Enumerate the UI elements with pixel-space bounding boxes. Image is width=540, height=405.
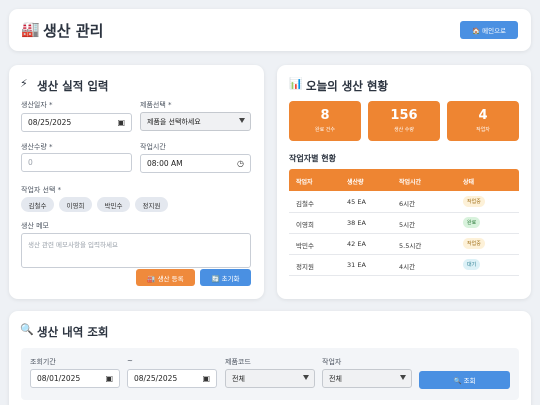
status-section-title: 오늘의 생산 현황 xyxy=(306,79,389,93)
start-date-input[interactable]: 08/01/2025 ▣ xyxy=(30,369,120,388)
worker-chip[interactable]: 이영희 xyxy=(59,197,92,212)
date-label: 생산일자 * xyxy=(21,101,53,109)
worker-chip[interactable]: 김철수 xyxy=(21,197,54,212)
header-card: 🏭 생산 관리 🏠 메인으로 xyxy=(9,9,531,51)
magnifier-icon: 🔍 xyxy=(20,323,34,336)
stat-caption: 생산 수량 xyxy=(394,127,414,133)
end-date-value: 08/25/2025 xyxy=(134,374,178,383)
status-badge: 작업중 xyxy=(463,238,485,249)
column-header: 작업시간 xyxy=(399,179,422,186)
table-row: 김철수 45 EA 6시간 작업중 xyxy=(289,191,519,213)
table-row: 이영희 38 EA 5시간 완료 xyxy=(289,212,519,234)
stat-caption: 작업자 xyxy=(476,127,490,133)
cell-worker: 박민수 xyxy=(296,242,314,250)
cell-time: 5시간 xyxy=(399,221,416,229)
production-date-input[interactable]: 08/25/2025 ▣ xyxy=(21,113,132,132)
product-select[interactable]: 제품을 선택하세요 xyxy=(140,112,251,131)
history-worker-label: 작업자 xyxy=(322,358,342,366)
date-value: 08/25/2025 xyxy=(28,118,72,127)
home-button[interactable]: 🏠 메인으로 xyxy=(460,21,518,39)
product-code-select[interactable]: 전체 xyxy=(225,369,315,388)
time-label: 작업시간 xyxy=(140,143,166,151)
memo-textarea[interactable]: 생산 관련 메모사항을 입력하세요 xyxy=(21,233,251,268)
quantity-placeholder: 0 xyxy=(28,158,33,167)
column-header: 상태 xyxy=(463,179,475,186)
stat-completed: 8 완료 건수 xyxy=(289,101,361,141)
cell-worker: 정지원 xyxy=(296,263,314,271)
page-title: 생산 관리 xyxy=(43,22,104,40)
product-select-value: 제품을 선택하세요 xyxy=(147,117,201,126)
stat-quantity: 156 생산 수량 xyxy=(368,101,440,141)
memo-placeholder: 생산 관련 메모사항을 입력하세요 xyxy=(28,241,118,249)
history-worker-select[interactable]: 전체 xyxy=(322,369,412,388)
worker-label: 작업자 선택 * xyxy=(21,186,62,194)
period-label: 조회기간 xyxy=(30,358,56,366)
product-code-label: 제품코드 xyxy=(225,358,251,366)
bar-chart-icon: 📊 xyxy=(289,77,303,90)
calendar-icon[interactable]: ▣ xyxy=(105,374,113,383)
factory-icon: 🏭 xyxy=(21,20,40,38)
cell-qty: 42 EA xyxy=(347,240,366,248)
table-row: 정지원 31 EA 4시간 대기 xyxy=(289,254,519,276)
end-date-input[interactable]: 08/25/2025 ▣ xyxy=(127,369,217,388)
cell-time: 5.5시간 xyxy=(399,242,422,250)
status-badge: 작업중 xyxy=(463,196,485,207)
cell-qty: 31 EA xyxy=(347,261,366,269)
stat-workers: 4 작업자 xyxy=(447,101,519,141)
product-label: 제품선택 * xyxy=(140,101,172,109)
stat-value: 156 xyxy=(390,108,418,123)
cell-time: 6시간 xyxy=(399,200,416,208)
chevron-down-icon xyxy=(303,375,309,380)
clock-icon[interactable]: ◷ xyxy=(237,159,244,168)
start-date-value: 08/01/2025 xyxy=(37,374,81,383)
stat-value: 8 xyxy=(320,108,330,123)
stat-value: 4 xyxy=(478,108,488,123)
chevron-down-icon xyxy=(400,375,406,380)
worker-chip[interactable]: 박민수 xyxy=(97,197,130,212)
quantity-input[interactable]: 0 xyxy=(21,153,132,172)
chevron-down-icon xyxy=(239,118,245,123)
qty-label: 생산수량 * xyxy=(21,143,53,151)
time-value: 08:00 AM xyxy=(147,159,183,168)
reset-button[interactable]: 🔄 초기화 xyxy=(200,269,251,286)
cell-worker: 이영희 xyxy=(296,221,314,229)
status-badge: 대기 xyxy=(463,259,481,270)
column-header: 생산량 xyxy=(347,179,364,186)
worker-table-title: 작업자별 현황 xyxy=(289,154,336,163)
input-section-title: 생산 실적 입력 xyxy=(37,79,109,93)
history-section-title: 생산 내역 조회 xyxy=(37,325,109,339)
worker-chip[interactable]: 정지원 xyxy=(135,197,168,212)
status-badge: 완료 xyxy=(463,217,481,228)
cell-qty: 45 EA xyxy=(347,198,366,206)
register-production-button[interactable]: 🏭 생산 등록 xyxy=(136,269,195,286)
calendar-icon[interactable]: ▣ xyxy=(202,374,210,383)
calendar-icon[interactable]: ▣ xyxy=(117,118,125,127)
cell-worker: 김철수 xyxy=(296,200,314,208)
tilde-label: ~ xyxy=(127,357,133,365)
stat-caption: 완료 건수 xyxy=(315,127,335,133)
cell-qty: 38 EA xyxy=(347,219,366,227)
column-header: 작업자 xyxy=(296,179,313,186)
work-time-input[interactable]: 08:00 AM ◷ xyxy=(140,154,251,173)
history-worker-value: 전체 xyxy=(329,374,342,383)
product-code-value: 전체 xyxy=(232,374,245,383)
cell-time: 4시간 xyxy=(399,263,416,271)
memo-label: 생산 메모 xyxy=(21,222,49,230)
search-button[interactable]: 🔍 조회 xyxy=(419,371,510,389)
lightning-icon: ⚡ xyxy=(20,77,28,90)
table-row: 박민수 42 EA 5.5시간 작업중 xyxy=(289,233,519,255)
